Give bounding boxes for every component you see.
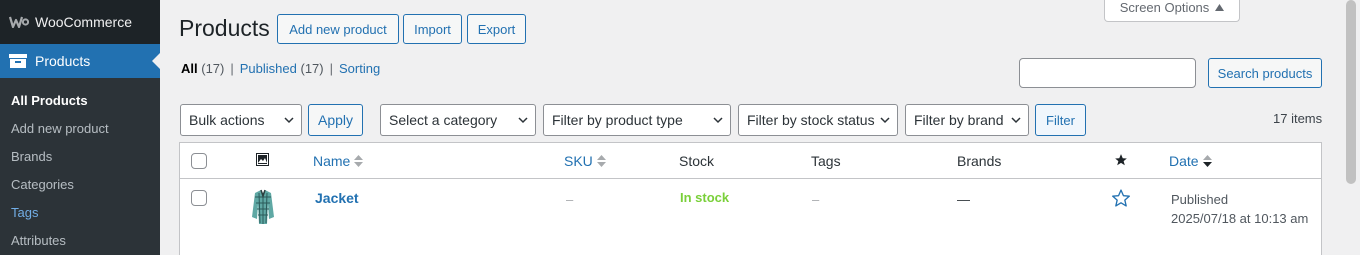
bulk-actions-select[interactable]: Bulk actions (180, 104, 302, 136)
products-icon (9, 54, 27, 68)
caret-up-icon (1215, 4, 1225, 11)
sidebar-item-woocommerce[interactable]: WooCommerce (0, 0, 160, 44)
tags-column-header: Tags (811, 153, 841, 169)
view-sorting[interactable]: Sorting (339, 61, 380, 76)
featured-column-header (1114, 153, 1128, 167)
export-button[interactable]: Export (467, 14, 526, 44)
select-all-checkbox[interactable] (191, 153, 207, 169)
page-scrollbar[interactable] (1342, 0, 1360, 255)
brands-column-header: Brands (957, 153, 1002, 169)
scrollbar-thumb[interactable] (1346, 0, 1356, 184)
submenu-tags[interactable]: Tags (0, 199, 160, 227)
sidebar-item-products[interactable]: Products (0, 44, 160, 78)
products-table: Name SKU Stock Tags Brands Date Jacket –… (179, 142, 1322, 255)
product-sku: – (566, 192, 574, 207)
page-title: Products (179, 15, 270, 41)
product-name-link[interactable]: Jacket (315, 190, 359, 206)
view-all[interactable]: All (17) (181, 61, 224, 76)
name-column-header[interactable]: Name (313, 153, 364, 169)
chevron-down-icon (518, 117, 528, 124)
row-checkbox[interactable] (191, 190, 207, 206)
search-input[interactable] (1019, 58, 1196, 88)
view-published[interactable]: Published (17) (240, 61, 324, 76)
chevron-down-icon (713, 117, 723, 124)
main-content: Products Add new product Import Export S… (160, 0, 1360, 255)
screen-options-button[interactable]: Screen Options (1104, 0, 1240, 22)
view-filters: All (17) | Published (17) | Sorting (181, 61, 381, 76)
apply-button[interactable]: Apply (308, 104, 363, 136)
woocommerce-logo-icon (8, 15, 30, 29)
submenu-attributes[interactable]: Attributes (0, 227, 160, 255)
sort-icon (354, 155, 364, 167)
date-value: 2025/07/18 at 10:13 am (1171, 211, 1309, 226)
import-button[interactable]: Import (403, 14, 462, 44)
sort-icon (596, 155, 606, 167)
jacket-thumbnail-image (252, 189, 274, 224)
screen-options-label: Screen Options (1119, 0, 1210, 15)
date-status: Published (1171, 192, 1229, 207)
stock-status-select[interactable]: Filter by stock status (738, 104, 898, 136)
brand-select[interactable]: Filter by brand (905, 104, 1029, 136)
table-header: Name SKU Stock Tags Brands Date (180, 143, 1321, 179)
featured-toggle[interactable] (1111, 188, 1131, 211)
star-icon (1115, 154, 1127, 166)
sidebar-item-label: WooCommerce (35, 14, 132, 30)
sort-desc-icon (1202, 155, 1212, 167)
search-products-button[interactable]: Search products (1208, 58, 1322, 88)
stock-column-header: Stock (679, 153, 715, 169)
product-thumbnail[interactable] (249, 187, 277, 227)
product-brands: — (957, 192, 970, 207)
chevron-down-icon (284, 117, 294, 124)
product-type-select[interactable]: Filter by product type (543, 104, 731, 136)
date-cell: Published 2025/07/18 at 10:13 am (1171, 190, 1308, 228)
image-icon (256, 153, 269, 166)
product-tags: – (812, 192, 820, 207)
admin-sidebar: WooCommerce Products All Products Add ne… (0, 0, 160, 255)
submenu-brands[interactable]: Brands (0, 143, 160, 171)
items-count: 17 items (1273, 111, 1323, 126)
star-outline-icon (1112, 189, 1130, 207)
add-new-product-button[interactable]: Add new product (277, 14, 399, 44)
submenu-categories[interactable]: Categories (0, 171, 160, 199)
chevron-down-icon (1011, 117, 1021, 124)
submenu-all-products[interactable]: All Products (0, 87, 160, 115)
products-submenu: All Products Add new product Brands Cate… (0, 78, 160, 255)
date-column-header[interactable]: Date (1169, 153, 1212, 169)
sku-column-header[interactable]: SKU (564, 153, 606, 169)
category-select[interactable]: Select a category (380, 104, 536, 136)
image-column-header (256, 153, 269, 166)
sidebar-item-label: Products (35, 53, 91, 69)
chevron-down-icon (880, 117, 890, 124)
submenu-add-new-product[interactable]: Add new product (0, 115, 160, 143)
filter-button[interactable]: Filter (1035, 104, 1086, 136)
stock-status: In stock (680, 190, 730, 205)
